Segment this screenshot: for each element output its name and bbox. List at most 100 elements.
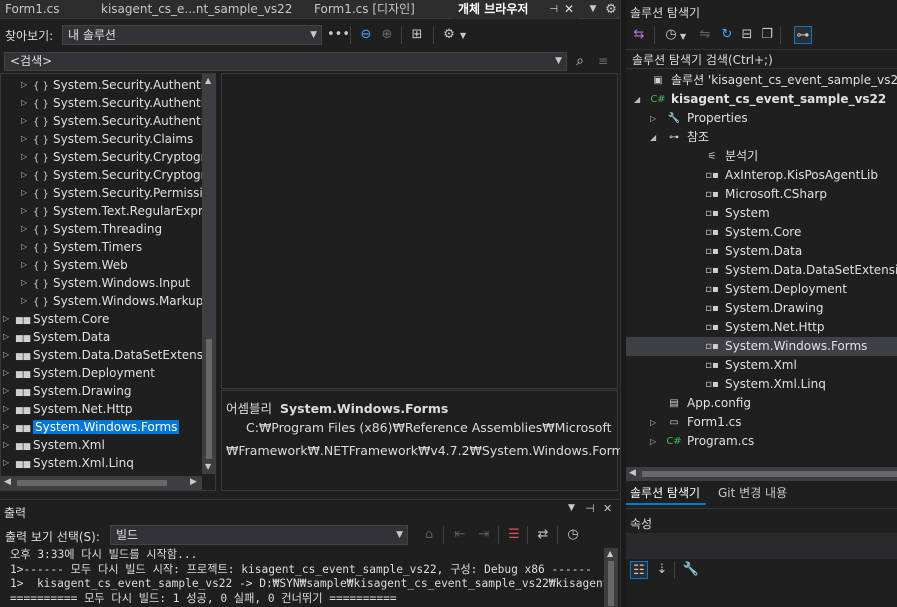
assembly-item[interactable]: ▷ ■■ System.Xml (3, 436, 105, 454)
namespace-item[interactable]: ▷{ } System.Security.Authentica (21, 76, 202, 94)
scroll-thumb[interactable] (206, 339, 212, 459)
scroll-down-icon[interactable]: ▼ (205, 462, 211, 471)
namespace-item[interactable]: ▷{ } System.Security.Permission (21, 184, 202, 202)
namespace-item[interactable]: ▷{ } System.Security.Authentica (21, 112, 202, 130)
expand-triangle-icon[interactable]: ▷ (21, 184, 33, 202)
scroll-left-icon[interactable]: ◀ (629, 468, 636, 478)
solution-tree-item[interactable]: ▫▪ System.Deployment (626, 280, 897, 299)
close-icon[interactable]: ✕ (603, 502, 612, 515)
solution-tree-item[interactable]: ▫▪ System.Xml.Linq (626, 375, 897, 394)
output-vertical-scrollbar[interactable]: ▲ (604, 548, 618, 607)
assembly-item[interactable]: ▷ ■■ System.Deployment (3, 364, 155, 382)
namespace-item[interactable]: ▷{ } System.Windows.Markup (21, 292, 202, 310)
expand-triangle-icon[interactable]: ◢ (634, 90, 640, 109)
alphabetical-sort-icon[interactable]: ⇣ (653, 561, 671, 579)
solution-horizontal-scrollbar[interactable]: ◀ (626, 467, 897, 481)
expand-triangle-icon[interactable]: ▷ (3, 346, 15, 364)
expand-triangle-icon[interactable]: ▷ (21, 238, 33, 256)
solution-tree-item[interactable]: ▫▪ System.Core (626, 223, 897, 242)
sync-active-document-icon[interactable]: ⇋ (696, 26, 714, 44)
pin-icon[interactable]: ⊣ (549, 0, 558, 19)
back-arrow-icon[interactable]: ⊖ (357, 26, 375, 44)
search-icon[interactable]: ⌕ (571, 52, 589, 71)
expand-triangle-icon[interactable]: ◢ (650, 128, 656, 147)
clear-all-icon[interactable]: ☰ (505, 526, 523, 544)
expand-triangle-icon[interactable]: ▷ (650, 432, 656, 451)
expand-triangle-icon[interactable]: ▷ (21, 166, 33, 184)
find-message-icon[interactable]: ⌂ (420, 526, 438, 544)
more-options-icon[interactable]: ••• (327, 26, 350, 44)
object-browser-search-input[interactable]: <검색> ▼ (4, 52, 567, 71)
namespace-item[interactable]: ▷{ } System.Security.Authentica (21, 94, 202, 112)
switch-views-icon[interactable]: ⇆ (630, 26, 648, 44)
solution-tree-item[interactable]: ▫▪ System (626, 204, 897, 223)
expand-triangle-icon[interactable]: ▷ (3, 310, 15, 328)
expand-triangle-icon[interactable]: ▷ (21, 274, 33, 292)
settings-gear-icon[interactable]: ⚙ (440, 26, 458, 44)
solution-tree-item[interactable]: ▫▪ System.Drawing (626, 299, 897, 318)
expand-triangle-icon[interactable]: ▷ (3, 400, 15, 418)
collapse-all-icon[interactable]: ⊟ (738, 26, 756, 44)
output-text[interactable]: 오후 3:33에 다시 빌드를 시작함... 1>------ 모두 다시 빌드… (0, 548, 604, 607)
expand-triangle-icon[interactable]: ▷ (21, 148, 33, 166)
members-pane[interactable] (221, 73, 618, 389)
assembly-item[interactable]: ▷ ■■ System.Data (3, 328, 110, 346)
assembly-item[interactable]: ▷ ■■ System.Net.Http (3, 400, 133, 418)
solution-tree-item[interactable]: ▷ C# Program.cs (626, 432, 897, 451)
scroll-thumb[interactable] (17, 480, 167, 486)
expand-triangle-icon[interactable]: ▷ (3, 382, 15, 400)
solution-tree-item[interactable]: ◢ ⊶ 참조 (626, 128, 897, 147)
chevron-down-icon[interactable]: ▼ (568, 503, 575, 513)
chevron-down-icon[interactable]: ▼ (680, 32, 686, 41)
history-clock-icon[interactable]: ◷ (662, 26, 680, 44)
namespace-item[interactable]: ▷{ } System.Threading (21, 220, 162, 238)
property-pages-wrench-icon[interactable]: 🔧 (682, 561, 700, 579)
timestamp-clock-icon[interactable]: ◷ (564, 526, 582, 544)
expand-triangle-icon[interactable]: ▷ (3, 364, 15, 382)
tab-git-changes[interactable]: Git 변경 내용 (714, 483, 791, 505)
namespace-item[interactable]: ▷{ }System.Security.Cryptograp (21, 148, 202, 166)
tree-horizontal-scrollbar[interactable]: ◀ ▶ (1, 476, 202, 490)
show-all-files-icon[interactable]: ❐ (758, 26, 776, 44)
solution-tree-item[interactable]: ▤ App.config (626, 394, 897, 413)
namespace-item[interactable]: ▷{ }System.Security.Cryptograp (21, 166, 202, 184)
add-reference-icon[interactable]: ⊞ (408, 26, 426, 44)
chevron-down-icon[interactable]: ▼ (460, 31, 466, 40)
solution-tree-item[interactable]: ▫▪ System.Data (626, 242, 897, 261)
refresh-icon[interactable]: ↻ (718, 26, 736, 44)
expand-triangle-icon[interactable]: ▷ (21, 292, 33, 310)
namespace-item[interactable]: ▷{ } System.Timers (21, 238, 142, 256)
expand-triangle-icon[interactable]: ▷ (650, 109, 656, 128)
tab-form1-cs[interactable]: Form1.cs (0, 0, 95, 19)
namespace-item[interactable]: ▷{ }System.Text.RegularExpress (21, 202, 202, 220)
previous-message-icon[interactable]: ⇤ (451, 526, 469, 544)
solution-tree-item[interactable]: ▷ ▭ Form1.cs (626, 413, 897, 432)
next-message-icon[interactable]: ⇥ (475, 526, 493, 544)
solution-tree-item[interactable]: ▫▪ System.Net.Http (626, 318, 897, 337)
solution-tree-item[interactable]: ▫▪ System.Data.DataSetExtensions (626, 261, 897, 280)
solution-tree-item[interactable]: ▫▪ System.Windows.Forms (626, 337, 897, 356)
tab-solution-explorer[interactable]: 솔루션 탐색기 (626, 483, 707, 505)
expand-triangle-icon[interactable]: ▷ (3, 418, 15, 436)
tab-form1-designer[interactable]: Form1.cs [디자인] (309, 0, 452, 19)
solution-tree-item[interactable]: ▣ 솔루션 'kisagent_cs_event_sample_vs22' (1 … (626, 71, 897, 90)
forward-arrow-icon[interactable]: ⊕ (378, 26, 396, 44)
expand-triangle-icon[interactable]: ▷ (21, 94, 33, 112)
clear-search-icon[interactable]: ≡ (594, 52, 612, 71)
scroll-up-icon[interactable]: ▲ (607, 549, 613, 558)
scroll-thumb[interactable] (642, 471, 897, 477)
namespace-item[interactable]: ▷{ } System.Windows.Input (21, 274, 190, 292)
scroll-left-icon[interactable]: ◀ (4, 477, 11, 487)
solution-tree-item[interactable]: ◢ C# kisagent_cs_event_sample_vs22 (626, 90, 897, 109)
word-wrap-icon[interactable]: ⇄ (534, 526, 552, 544)
expand-triangle-icon[interactable]: ▷ (3, 328, 15, 346)
tab-project[interactable]: kisagent_cs_e...nt_sample_vs22 (96, 0, 308, 19)
assembly-item[interactable]: ▷■■System.Data.DataSetExtension (3, 346, 202, 364)
expand-triangle-icon[interactable]: ▷ (21, 112, 33, 130)
assembly-item[interactable]: ▷ ■■ System.Core (3, 310, 109, 328)
tab-object-browser[interactable]: 개체 브라우저 ⊣ ✕ (453, 0, 578, 19)
solution-explorer-search-input[interactable]: 솔루션 탐색기 검색(Ctrl+;) (626, 49, 897, 69)
namespace-item[interactable]: ▷{ } System.Web (21, 256, 128, 274)
assembly-item[interactable]: ▷ ■■ System.Drawing (3, 382, 131, 400)
output-source-dropdown[interactable]: 빌드 ▼ (110, 525, 408, 545)
